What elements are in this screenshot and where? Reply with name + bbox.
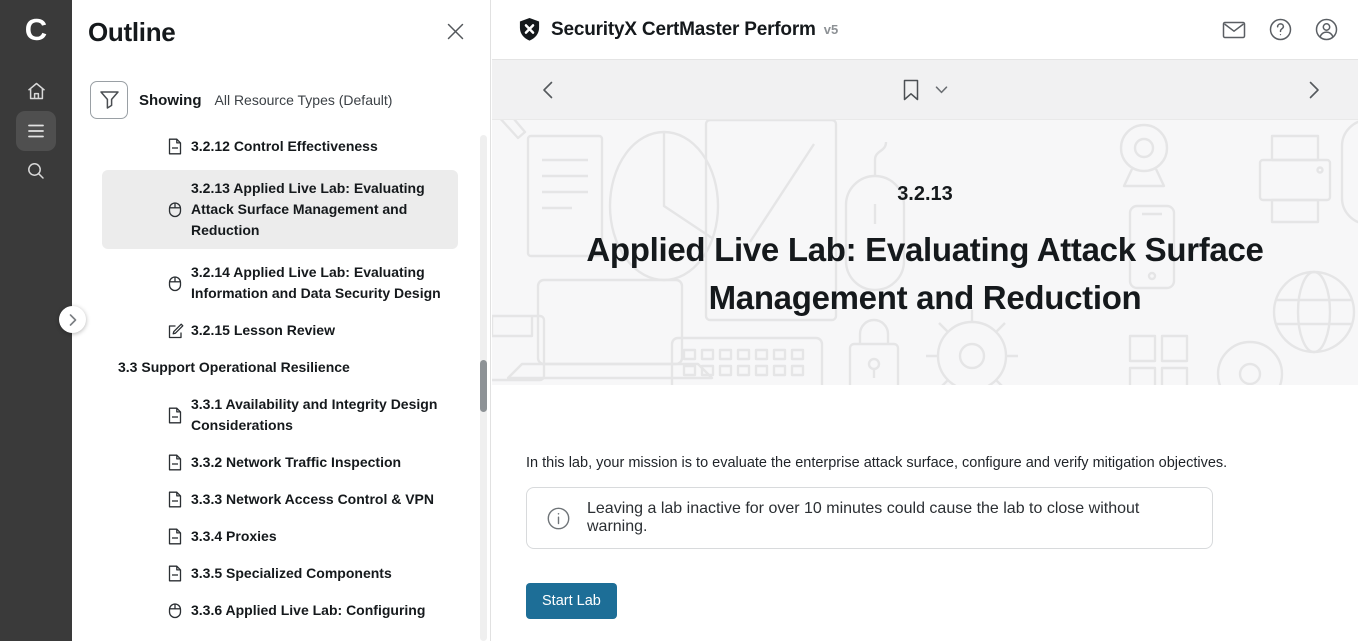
- outline-list: 3.2.12 Control Effectiveness 3.2.13 Appl…: [72, 133, 490, 624]
- lesson-number: 3.2.13: [897, 183, 953, 206]
- outline-item-label: 3.3.3 Network Access Control & VPN: [191, 489, 434, 510]
- outline-title: Outline: [88, 17, 175, 48]
- account-icon[interactable]: [1313, 16, 1340, 43]
- outline-scrollbar[interactable]: [480, 135, 487, 641]
- outline-header: Outline: [72, 0, 490, 48]
- filter-value: All Resource Types (Default): [215, 92, 393, 108]
- bookmark-controls: [903, 79, 948, 101]
- outline-item-label: 3.3 Support Operational Resilience: [118, 357, 350, 378]
- outline-item[interactable]: 3.2.12 Control Effectiveness: [102, 133, 458, 160]
- document-icon: [168, 407, 184, 424]
- comptia-logo[interactable]: C: [25, 10, 47, 50]
- outline-item[interactable]: 3.3.5 Specialized Components: [102, 560, 458, 587]
- filter-button[interactable]: [90, 81, 128, 119]
- outline-item-selected[interactable]: 3.2.13 Applied Live Lab: Evaluating Atta…: [102, 170, 458, 249]
- lesson-body: In this lab, your mission is to evaluate…: [492, 385, 1358, 619]
- outline-item-label: 3.3.1 Availability and Integrity Design …: [191, 394, 452, 436]
- rail-nav: [16, 71, 56, 191]
- outline-item-label: 3.2.13 Applied Live Lab: Evaluating Atta…: [191, 178, 452, 241]
- search-icon[interactable]: [16, 151, 56, 191]
- outline-item-label: 3.2.15 Lesson Review: [191, 320, 335, 341]
- notice-text: Leaving a lab inactive for over 10 minut…: [587, 500, 1192, 536]
- bookmark-icon: [903, 79, 920, 101]
- main-content: SecurityX CertMaster Perform v5: [492, 0, 1358, 641]
- shield-x-icon: [518, 17, 541, 42]
- close-outline-button[interactable]: [443, 19, 468, 47]
- chevron-right-icon: [1308, 80, 1321, 99]
- lab-mouse-icon: [168, 275, 184, 292]
- lesson-title: Applied Live Lab: Evaluating Attack Surf…: [567, 226, 1283, 322]
- outline-item[interactable]: 3.3.6 Applied Live Lab: Configuring: [102, 597, 458, 624]
- back-button[interactable]: [541, 80, 554, 99]
- document-icon: [168, 565, 184, 582]
- outline-item[interactable]: 3.3.3 Network Access Control & VPN: [102, 486, 458, 513]
- outline-item[interactable]: 3.3.4 Proxies: [102, 523, 458, 550]
- panel-collapse-toggle[interactable]: [59, 306, 86, 333]
- outline-scrollbar-thumb[interactable]: [480, 360, 487, 412]
- outline-item-label: 3.2.12 Control Effectiveness: [191, 136, 378, 157]
- outline-section-heading[interactable]: 3.3 Support Operational Resilience: [102, 354, 458, 381]
- outline-item[interactable]: 3.3.2 Network Traffic Inspection: [102, 449, 458, 476]
- outline-item-label: 3.3.5 Specialized Components: [191, 563, 392, 584]
- outline-item-label: 3.2.14 Applied Live Lab: Evaluating Info…: [191, 262, 452, 304]
- lesson-review-icon: [168, 323, 184, 339]
- lab-mouse-icon: [168, 602, 184, 619]
- outline-item-label: 3.3.2 Network Traffic Inspection: [191, 452, 401, 473]
- document-icon: [168, 528, 184, 545]
- filter-funnel-icon: [99, 90, 120, 110]
- home-icon[interactable]: [16, 71, 56, 111]
- app-version: v5: [824, 22, 838, 37]
- chevron-left-icon: [541, 80, 554, 99]
- filter-showing-label: Showing: [139, 92, 202, 109]
- info-icon: [547, 507, 570, 530]
- app-title: SecurityX CertMaster Perform: [551, 19, 816, 41]
- chevron-right-icon: [69, 314, 77, 326]
- header-actions: [1220, 16, 1340, 43]
- outline-item[interactable]: 3.3.1 Availability and Integrity Design …: [102, 391, 458, 439]
- outline-item[interactable]: 3.2.14 Applied Live Lab: Evaluating Info…: [102, 259, 458, 307]
- chevron-down-icon: [936, 86, 948, 94]
- start-lab-button[interactable]: Start Lab: [526, 583, 617, 619]
- document-icon: [168, 454, 184, 471]
- outline-menu-icon[interactable]: [16, 111, 56, 151]
- lesson-hero-banner: 3.2.13 Applied Live Lab: Evaluating Atta…: [492, 120, 1358, 385]
- brand[interactable]: SecurityX CertMaster Perform v5: [518, 17, 838, 42]
- lesson-toolbar: [492, 60, 1358, 120]
- mail-icon[interactable]: [1220, 18, 1248, 42]
- inactivity-notice: Leaving a lab inactive for over 10 minut…: [526, 487, 1213, 549]
- outline-panel: Outline Showing All Resource Types (Defa…: [72, 0, 491, 641]
- forward-button[interactable]: [1308, 80, 1321, 99]
- outline-item-label: 3.3.6 Applied Live Lab: Configuring: [191, 600, 425, 621]
- document-icon: [168, 491, 184, 508]
- help-icon[interactable]: [1267, 16, 1294, 43]
- outline-item-label: 3.3.4 Proxies: [191, 526, 277, 547]
- lab-mouse-icon: [168, 201, 184, 218]
- close-icon: [447, 23, 464, 40]
- filter-row: Showing All Resource Types (Default): [90, 81, 490, 119]
- document-icon: [168, 138, 184, 155]
- bookmark-button[interactable]: [903, 79, 920, 101]
- app-header: SecurityX CertMaster Perform v5: [492, 0, 1358, 60]
- outline-item[interactable]: 3.2.15 Lesson Review: [102, 317, 458, 344]
- lesson-description: In this lab, your mission is to evaluate…: [526, 455, 1358, 471]
- bookmark-menu-button[interactable]: [936, 86, 948, 94]
